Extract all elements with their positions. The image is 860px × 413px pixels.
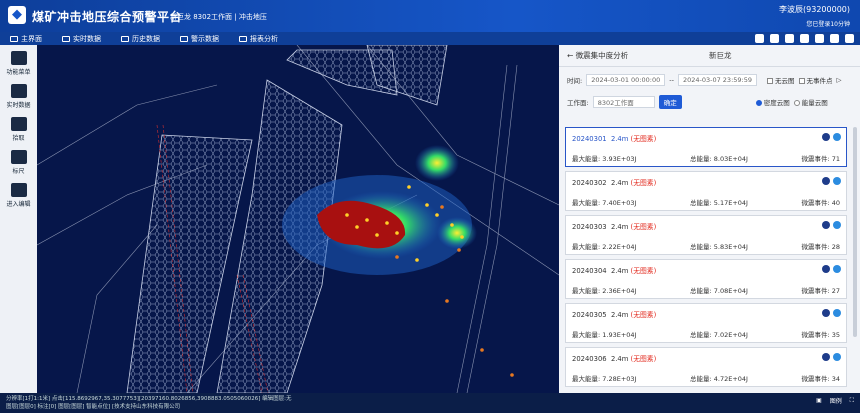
view-icon[interactable] [833,265,841,273]
edit-button[interactable]: 进入编辑 [0,180,37,210]
login-duration: 您已登录10分钟 [806,21,850,28]
time-row: 时间: 2024-03-01 00:00:00 -- 2024-03-07 23… [559,71,860,89]
grid-icon [10,50,27,65]
status-bar: 分辨率[1打1:1米] 点击[115.8692967,35.3077753][2… [0,393,860,413]
event-card[interactable]: 20240304 2.4m (无图素) 最大能量: 2.36E+04J 总能量: … [565,259,847,299]
realtime-button[interactable]: 实时数据 [0,81,37,111]
panel-center-title: 新巨龙 [709,51,732,60]
event-card-list: 20240301 2.4m (无图素) 最大能量: 3.93E+03J 总能量: … [565,127,847,391]
header-subtitle: 新巨龙 8302工作面 | 冲击地压 [170,13,267,21]
menu-button[interactable]: 功能菜单 [0,48,37,78]
app-header: ◆ 煤矿冲击地压综合预警平台 新巨龙 8302工作面 | 冲击地压 李波辰(93… [0,0,860,32]
status-line-1: 分辨率[1打1:1米] 点击[115.8692967,35.3077753][2… [6,396,292,402]
nav-report[interactable]: 报表分析 [229,32,288,45]
no-cloud-checkbox[interactable]: 无云图 [767,75,795,85]
map-icon[interactable] [822,309,830,317]
map-icon[interactable] [822,221,830,229]
map-svg [37,45,559,393]
map-icon[interactable] [822,177,830,185]
theme-icon[interactable] [770,34,779,43]
event-card[interactable]: 20240306 2.4m (无图素) 最大能量: 7.28E+03J 总能量: … [565,347,847,387]
end-time-input[interactable]: 2024-03-07 23:59:59 [677,74,757,86]
event-card[interactable]: 20240303 2.4m (无图素) 最大能量: 2.22E+04J 总能量: … [565,215,847,255]
document-icon[interactable] [800,34,809,43]
time-label: 时间: [567,77,583,85]
event-card[interactable]: 20240301 2.4m (无图素) 最大能量: 3.93E+03J 总能量: … [565,127,847,167]
cursor-icon [10,116,27,131]
user-name[interactable]: 李波辰(93200000) [779,4,850,15]
legend-label: 图例 [829,398,842,405]
back-arrow-icon[interactable]: ← [567,51,576,60]
window-icon[interactable] [785,34,794,43]
energy-radio[interactable]: 能量云图 [793,97,828,107]
nav-realtime[interactable]: 实时数据 [52,32,111,45]
alarm-icon [180,35,188,42]
play-icon[interactable]: ▷ [837,76,842,84]
nav-history[interactable]: 历史数据 [111,32,170,45]
map-canvas[interactable] [37,45,559,393]
report-icon [239,35,247,42]
left-toolbar: 功能菜单 实时数据 拾取 标尺 进入编辑 [0,45,37,393]
view-icon[interactable] [833,177,841,185]
legend-toggle[interactable]: ▣ 图例 ⛶ [816,396,854,406]
confirm-button[interactable]: 确定 [658,95,682,109]
map-icon[interactable] [822,265,830,273]
top-nav: 主界面 实时数据 历史数据 警示数据 报表分析 [0,32,860,45]
image-icon[interactable] [755,34,764,43]
chart-icon [62,35,70,42]
view-icon[interactable] [833,309,841,317]
event-card[interactable]: 20240305 2.4m (无图素) 最大能量: 1.93E+04J 总能量: … [565,303,847,343]
event-card[interactable]: 20240302 2.4m (无图素) 最大能量: 7.40E+03J 总能量: … [565,171,847,211]
warning-icon[interactable] [830,34,839,43]
view-icon[interactable] [833,353,841,361]
fullscreen-icon[interactable]: ⛶ [850,397,854,405]
app-logo-icon: ◆ [8,6,26,24]
map-icon[interactable] [822,353,830,361]
analysis-panel: ← 微震集中度分析 新巨龙 时间: 2024-03-01 00:00:00 --… [559,45,860,393]
card-scrollbar[interactable] [853,127,857,337]
nav-icons [755,34,854,43]
face-label: 工作面: [567,99,589,107]
pencil-icon [10,182,27,197]
nav-alarm[interactable]: 警示数据 [170,32,229,45]
pick-button[interactable]: 拾取 [0,114,37,144]
nav-main[interactable]: 主界面 [0,32,52,45]
panel-back-label[interactable]: 微震集中度分析 [576,50,629,61]
view-icon[interactable] [833,133,841,141]
face-row: 工作面: 8302工作面 确定 密度云图 能量云图 [559,93,860,111]
time-separator: -- [669,76,674,84]
map-icon[interactable] [822,133,830,141]
status-line-2: 图层[图层0] 标注[0] 图层[图层] 智能点位] [技术支持山东科技有限公司 [6,404,181,410]
legend-icon: ▣ [816,397,822,404]
info-icon[interactable] [845,34,854,43]
home-icon [10,35,18,42]
bell-icon[interactable] [815,34,824,43]
app-title: 煤矿冲击地压综合预警平台 [32,10,183,24]
ruler-button[interactable]: 标尺 [0,147,37,177]
face-select[interactable]: 8302工作面 [592,96,655,108]
view-icon[interactable] [833,221,841,229]
panel-header: ← 微震集中度分析 新巨龙 [559,45,860,67]
start-time-input[interactable]: 2024-03-01 00:00:00 [586,74,666,86]
no-event-checkbox[interactable]: 无事件点 [798,75,833,85]
bar-chart-icon [10,83,27,98]
ruler-icon [10,149,27,164]
density-radio[interactable]: 密度云图 [755,97,790,107]
history-icon [121,35,129,42]
